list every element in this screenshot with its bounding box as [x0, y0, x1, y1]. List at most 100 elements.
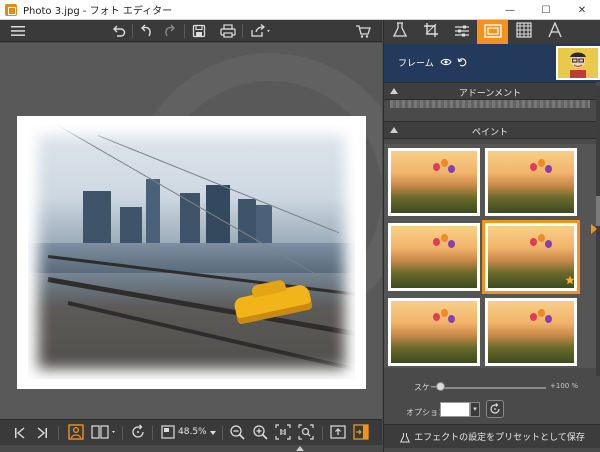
next-image-icon[interactable]	[34, 425, 50, 441]
sliders-icon	[454, 23, 470, 42]
frame-title-label: フレーム	[398, 59, 434, 69]
crop-icon	[423, 22, 439, 42]
balloon-shape	[441, 234, 448, 242]
save-icon[interactable]	[191, 23, 207, 39]
toolbar-separator	[132, 24, 133, 38]
tab-adjust[interactable]	[446, 20, 477, 44]
frame-icon	[483, 23, 502, 42]
photo-frame[interactable]	[17, 116, 366, 389]
section-ornament-label: アドーンメント	[458, 89, 522, 99]
photo-editor-window: Photo 3.jpg - フォト エディター — ☐ ✕ 48.5% フレーム…	[0, 0, 600, 452]
eye-icon[interactable]	[440, 58, 452, 69]
skyline-building	[83, 191, 111, 243]
reset-icon[interactable]	[457, 57, 467, 70]
toolbar-separator	[184, 24, 185, 38]
balloon-shape	[433, 163, 440, 171]
balloon-shape	[448, 240, 455, 248]
window-controls: — ☐ ✕	[492, 0, 600, 20]
undo-all-icon[interactable]	[111, 23, 127, 39]
toolbar-separator	[122, 426, 123, 440]
maximize-button[interactable]: ☐	[528, 0, 564, 20]
tab-frame[interactable]	[477, 20, 508, 44]
frame-color-swatch[interactable]	[440, 402, 470, 417]
edited-photo[interactable]	[28, 125, 355, 379]
frame-preset-thumbnail[interactable]	[388, 223, 480, 291]
print-icon[interactable]	[220, 23, 236, 39]
frame-preset-thumbnail[interactable]	[485, 148, 577, 216]
frame-preset-thumbnail[interactable]	[388, 148, 480, 216]
compare-view-icon[interactable]	[91, 424, 117, 440]
balloon-shape	[433, 313, 440, 321]
first-image-icon[interactable]	[12, 425, 28, 441]
close-button[interactable]: ✕	[564, 0, 600, 20]
window-title: Photo 3.jpg - フォト エディター	[23, 6, 173, 17]
tab-texture[interactable]	[508, 20, 539, 44]
preset-preview-image	[391, 151, 477, 213]
ornament-strip-preview[interactable]	[390, 100, 590, 108]
skyline-building	[146, 179, 160, 243]
cart-icon[interactable]	[355, 23, 371, 39]
scale-slider-track[interactable]	[440, 387, 546, 389]
toolbar-separator	[242, 24, 243, 38]
redo-icon[interactable]	[162, 23, 178, 39]
zoom-dropdown-icon[interactable]	[208, 425, 218, 441]
toggle-panel-icon[interactable]	[353, 424, 369, 440]
minimize-button[interactable]: —	[492, 0, 528, 20]
frame-preset-thumbnail[interactable]	[485, 298, 577, 366]
balloon-shape	[530, 238, 537, 246]
preset-preview-image	[488, 301, 574, 363]
preset-preview-image	[391, 301, 477, 363]
panel-tabs	[384, 20, 600, 44]
balloon-shape	[448, 165, 455, 173]
skyline-building	[120, 207, 142, 243]
toolbar-separator	[58, 426, 59, 440]
balloon-shape	[441, 309, 448, 317]
fullscreen-icon[interactable]	[330, 424, 346, 440]
save-preset-button[interactable]: エフェクトの設定をプリセットとして保存	[384, 424, 600, 448]
zoom-in-icon[interactable]	[252, 424, 268, 440]
title-bar: Photo 3.jpg - フォト エディター — ☐ ✕	[0, 0, 600, 20]
flask-icon	[400, 432, 411, 442]
tab-effects[interactable]	[384, 20, 415, 44]
frame-preset-thumbnail[interactable]	[388, 298, 480, 366]
toolbar-separator	[222, 426, 223, 440]
favorite-star-icon[interactable]	[565, 270, 575, 289]
effects-panel: フレーム アドーンメント ペイント スケール +100 % オプション ▾ エフ…	[383, 20, 600, 452]
canvas-area[interactable]	[0, 43, 382, 419]
toolbar-separator	[322, 426, 323, 440]
balloon-shape	[538, 309, 545, 317]
share-icon[interactable]	[250, 23, 272, 39]
actual-size-icon[interactable]	[160, 424, 176, 440]
panel-side-arrow-icon[interactable]	[591, 224, 597, 234]
fit-to-window-icon[interactable]	[298, 424, 314, 440]
preset-preview-image	[488, 226, 574, 288]
balloon-shape	[530, 313, 537, 321]
tab-crop[interactable]	[415, 20, 446, 44]
color-dropdown-icon[interactable]: ▾	[470, 402, 480, 417]
tab-text[interactable]	[539, 20, 570, 44]
section-paint[interactable]: ペイント	[384, 121, 596, 139]
frame-header-title: フレーム	[398, 56, 467, 70]
toolbar-separator	[152, 426, 153, 440]
scale-slider-knob[interactable]	[435, 382, 445, 391]
section-ornament[interactable]: アドーンメント	[384, 82, 596, 100]
refresh-button[interactable]	[486, 400, 504, 418]
frame-preset-grid	[384, 144, 596, 368]
undo-icon[interactable]	[138, 23, 154, 39]
main-toolbar	[0, 20, 382, 42]
zoom-out-icon[interactable]	[229, 424, 245, 440]
frame-controls: スケール +100 % オプション ▾	[384, 376, 600, 424]
balloon-shape	[538, 159, 545, 167]
expand-filmstrip-icon[interactable]	[296, 446, 304, 451]
frame-preset-thumbnail-selected[interactable]	[482, 220, 580, 294]
rotate-icon[interactable]	[130, 424, 146, 440]
save-preset-label: エフェクトの設定をプリセットとして保存	[414, 433, 585, 443]
person-view-icon[interactable]	[68, 424, 84, 440]
scrollbar-thumb[interactable]	[596, 196, 600, 226]
text-icon	[547, 21, 562, 42]
balloon-shape	[441, 159, 448, 167]
preset-preview-image	[488, 151, 574, 213]
balloon-shape	[545, 165, 552, 173]
menu-icon[interactable]	[10, 23, 26, 39]
actual-pixels-icon[interactable]	[275, 424, 291, 440]
